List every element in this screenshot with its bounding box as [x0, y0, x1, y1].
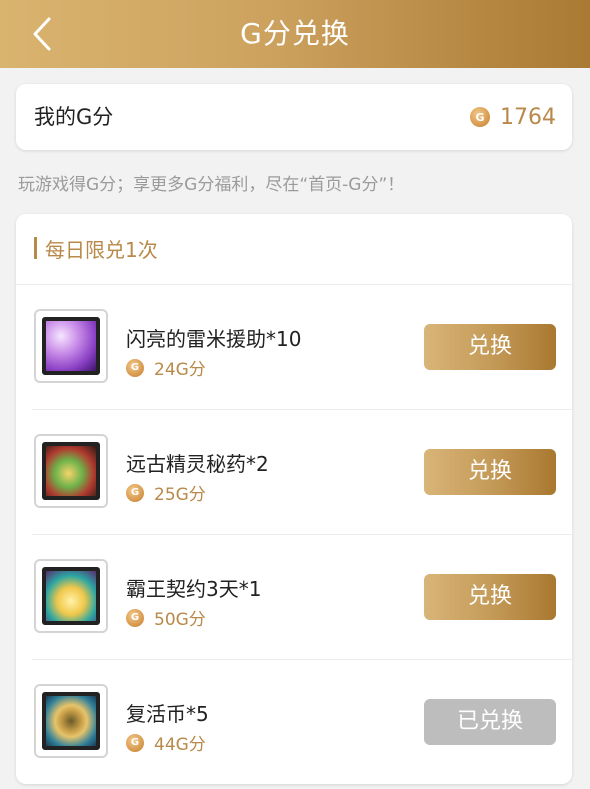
section-title: 每日限兑1次 — [45, 237, 158, 262]
item-cost: G 25G分 — [126, 480, 206, 505]
purple-crystal-item-icon — [34, 309, 108, 383]
my-score-label: 我的G分 — [34, 105, 114, 129]
nav-bar: G分兑换 — [0, 0, 590, 68]
redeemed-button[interactable]: 已兑换 — [424, 699, 556, 745]
exchange-item: 远古精灵秘药*2 G 25G分 兑换 — [32, 410, 556, 534]
item-cost-value: 50G分 — [154, 610, 206, 630]
item-cost-value: 44G分 — [154, 735, 206, 755]
my-score-card: 我的G分 G 1764 — [16, 84, 572, 150]
exchange-list-card: 每日限兑1次 闪亮的雷米援助*10 G 24G分 兑换 远古精灵秘药*2 G 2… — [16, 214, 572, 784]
page-title: G分兑换 — [240, 17, 350, 50]
section-marker — [34, 237, 37, 259]
exchange-item: 霸王契约3天*1 G 50G分 兑换 — [32, 535, 556, 659]
item-cost: G 44G分 — [126, 730, 206, 755]
my-score-value: 1764 — [500, 104, 556, 130]
item-cost: G 24G分 — [126, 355, 206, 380]
g-coin-icon: G — [126, 733, 144, 752]
item-name: 复活币*5 — [126, 702, 209, 726]
g-coin-icon: G — [126, 483, 144, 502]
g-coin-icon: G — [126, 358, 144, 377]
item-cost: G 50G分 — [126, 605, 206, 630]
elf-potion-item-icon — [34, 434, 108, 508]
item-cost-value: 25G分 — [154, 485, 206, 505]
exchange-button[interactable]: 兑换 — [424, 574, 556, 620]
item-cost-value: 24G分 — [154, 360, 206, 380]
item-name: 霸王契约3天*1 — [126, 577, 262, 601]
section-header: 每日限兑1次 — [34, 236, 158, 262]
g-coin-icon: G — [470, 107, 490, 127]
exchange-item: 闪亮的雷米援助*10 G 24G分 兑换 — [32, 285, 556, 409]
promo-tip: 玩游戏得G分；享更多G分福利，尽在“首页-G分”！ — [18, 175, 405, 195]
my-score-display: G 1764 — [470, 84, 556, 150]
g-coin-icon: G — [126, 608, 144, 627]
exchange-button[interactable]: 兑换 — [424, 449, 556, 495]
item-name: 远古精灵秘药*2 — [126, 452, 269, 476]
exchange-item: 复活币*5 G 44G分 已兑换 — [32, 660, 556, 784]
item-name: 闪亮的雷米援助*10 — [126, 327, 302, 351]
exchange-button[interactable]: 兑换 — [424, 324, 556, 370]
revive-coin-item-icon — [34, 684, 108, 758]
overlord-contract-item-icon — [34, 559, 108, 633]
